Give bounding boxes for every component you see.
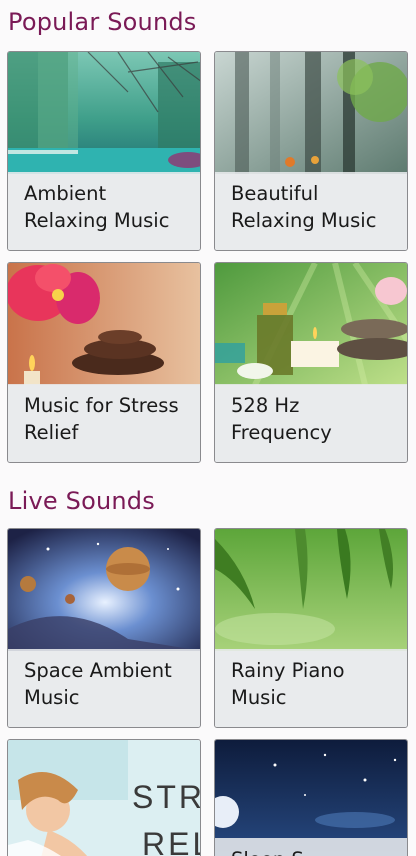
overlay-text-2: REL bbox=[142, 826, 200, 856]
sound-card-space-ambient[interactable]: Space Ambient Music bbox=[7, 528, 201, 728]
sound-card-label: Music for Stress Relief bbox=[8, 384, 200, 462]
sound-card-label: Rainy Piano Music bbox=[215, 649, 407, 727]
forest-lake-image bbox=[8, 52, 200, 174]
sound-card-label: Beautiful Relaxing Music bbox=[215, 172, 407, 250]
overlay-text-1: STR bbox=[132, 779, 200, 815]
orchid-stones-candle-image bbox=[8, 263, 200, 385]
sound-card-ambient-relaxing[interactable]: Ambient Relaxing Music bbox=[7, 51, 201, 251]
sound-card-sleep[interactable]: Sleep S bbox=[214, 739, 408, 856]
green-leaves-image bbox=[215, 529, 407, 651]
sound-card-label: Space Ambient Music bbox=[8, 649, 200, 727]
sound-card-beautiful-relaxing[interactable]: Beautiful Relaxing Music bbox=[214, 51, 408, 251]
sound-card-label: Sleep S bbox=[215, 838, 407, 856]
popular-sounds-heading: Popular Sounds bbox=[8, 8, 197, 36]
misty-forest-image bbox=[215, 52, 407, 174]
sound-card-label: Ambient Relaxing Music bbox=[8, 172, 200, 250]
stress-relief-girl-image: STR REL bbox=[8, 740, 200, 856]
spa-oil-candle-image bbox=[215, 263, 407, 385]
sound-card-stress-relief-girl[interactable]: STR REL bbox=[7, 739, 201, 856]
space-planets-image bbox=[8, 529, 200, 651]
sounds-page: Popular Sounds Ambient Relaxing Music Be… bbox=[0, 0, 416, 856]
sound-card-528hz[interactable]: 528 Hz Frequency bbox=[214, 262, 408, 463]
sound-card-stress-relief[interactable]: Music for Stress Relief bbox=[7, 262, 201, 463]
sound-card-rainy-piano[interactable]: Rainy Piano Music bbox=[214, 528, 408, 728]
sound-card-label: 528 Hz Frequency bbox=[215, 384, 407, 462]
live-sounds-heading: Live Sounds bbox=[8, 487, 155, 515]
